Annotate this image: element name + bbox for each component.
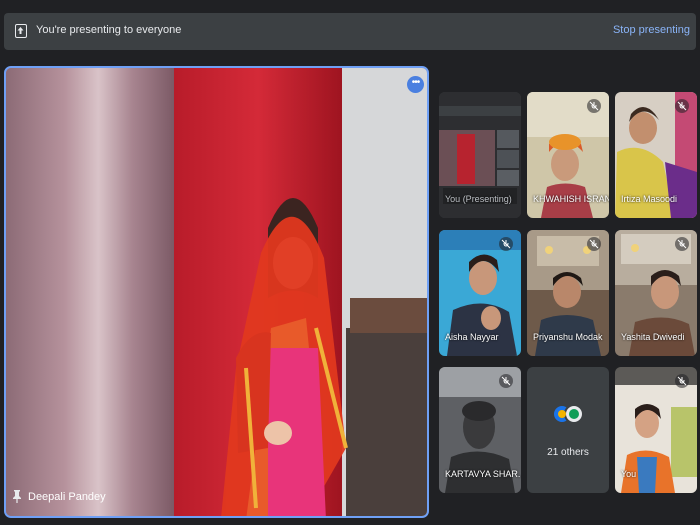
main-speaker-tile[interactable]: ••• Deepali Pandey [4,66,429,518]
participant-name: You (Presenting) [445,194,512,204]
stop-presenting-button[interactable]: Stop presenting [613,24,690,36]
pin-icon[interactable] [12,489,22,503]
participant-tile-you-presenting[interactable]: You (Presenting) [439,92,521,218]
speaker-video [6,68,427,516]
others-avatars-icon [552,404,584,424]
participant-tile-priyanshu-modak[interactable]: Priyanshu Modak [527,230,609,356]
mic-muted-icon [587,99,601,113]
participant-name: Aisha Nayyar [445,332,499,342]
presenting-status-text: You're presenting to everyone [36,24,182,36]
participant-name: KHWAHISH ISRANI [533,194,609,204]
participant-tile-kartavya[interactable]: KARTAVYA SHAR... [439,367,521,493]
participant-name: Irtiza Masoodi [621,194,678,204]
mic-muted-icon [587,237,601,251]
participant-name: Priyanshu Modak [533,332,603,342]
mic-muted-icon [499,237,513,251]
others-tile[interactable]: 21 others [527,367,609,493]
mic-muted-icon [675,374,689,388]
participant-tile-irtiza-masoodi[interactable]: Irtiza Masoodi [615,92,697,218]
presenting-banner: You're presenting to everyone Stop prese… [4,13,696,50]
participant-tile-khwahish-israni[interactable]: KHWAHISH ISRANI [527,92,609,218]
main-speaker-name: Deepali Pandey [28,491,106,503]
mic-muted-icon [675,237,689,251]
present-screen-icon [15,24,27,38]
participant-tile-aisha-nayyar[interactable]: Aisha Nayyar [439,230,521,356]
mic-muted-icon [675,99,689,113]
more-options-button[interactable]: ••• [407,76,424,93]
participant-name: Yashita Dwivedi [621,332,685,342]
participant-name: You [621,469,637,479]
mic-muted-icon [499,374,513,388]
participant-tile-yashita-dwivedi[interactable]: Yashita Dwivedi [615,230,697,356]
participant-name: KARTAVYA SHAR... [445,469,521,479]
others-count-label: 21 others [547,447,589,458]
participant-tile-you[interactable]: You [615,367,697,493]
